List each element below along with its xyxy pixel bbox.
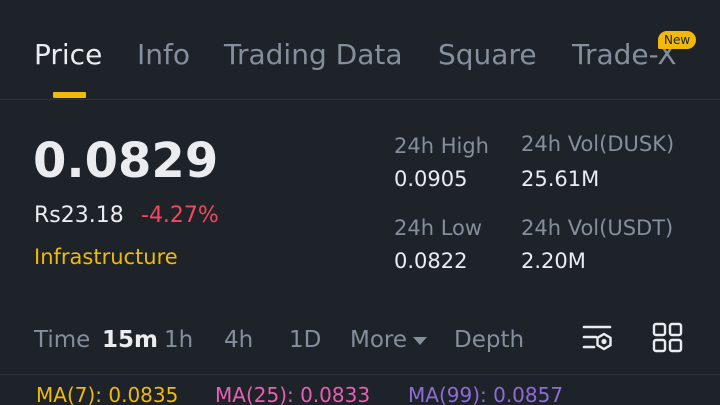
more-label: More [350, 327, 408, 353]
vol-base-label: 24h Vol(DUSK) [521, 132, 675, 156]
depth-tab[interactable]: Depth [454, 327, 524, 353]
interval-15m[interactable]: 15m [102, 327, 158, 353]
price-change-percent: -4.27% [141, 203, 219, 228]
moving-average-legend: MA(7): 0.0835 MA(25): 0.0833 MA(99): 0.0… [0, 374, 720, 405]
caret-down-icon [413, 336, 428, 345]
tab-info[interactable]: Info [137, 38, 190, 71]
tab-square[interactable]: Square [438, 38, 537, 71]
more-intervals-dropdown[interactable]: More [350, 327, 428, 353]
ma7-value: MA(7): 0.0835 [36, 383, 179, 405]
vol-base-value: 25.61M [521, 167, 600, 191]
new-badge: New [658, 31, 697, 49]
ma25-value: MA(25): 0.0833 [215, 383, 371, 405]
interval-1h[interactable]: 1h [164, 327, 193, 353]
active-tab-indicator [53, 92, 86, 98]
interval-1d[interactable]: 1D [289, 327, 321, 353]
low-24h-value: 0.0822 [394, 249, 468, 273]
last-price: 0.0829 [33, 133, 219, 189]
high-24h-label: 24h High [394, 134, 489, 158]
grid-layout-icon[interactable] [652, 322, 684, 354]
vol-quote-value: 2.20M [521, 249, 586, 273]
vol-quote-label: 24h Vol(USDT) [521, 216, 674, 240]
category-tag[interactable]: Infrastructure [34, 245, 178, 269]
ma99-value: MA(99): 0.0857 [408, 383, 564, 405]
tab-price[interactable]: Price [34, 38, 102, 71]
low-24h-label: 24h Low [394, 216, 483, 240]
header-divider [0, 99, 720, 100]
tab-trading-data[interactable]: Trading Data [224, 38, 403, 71]
high-24h-value: 0.0905 [394, 167, 468, 191]
time-label[interactable]: Time [34, 327, 90, 353]
interval-4h[interactable]: 4h [224, 327, 253, 353]
indicator-settings-icon[interactable] [582, 322, 614, 354]
fiat-price: Rs23.18 [34, 203, 124, 228]
tab-bar: Price Info Trading Data Square Trade-X N… [0, 0, 720, 99]
